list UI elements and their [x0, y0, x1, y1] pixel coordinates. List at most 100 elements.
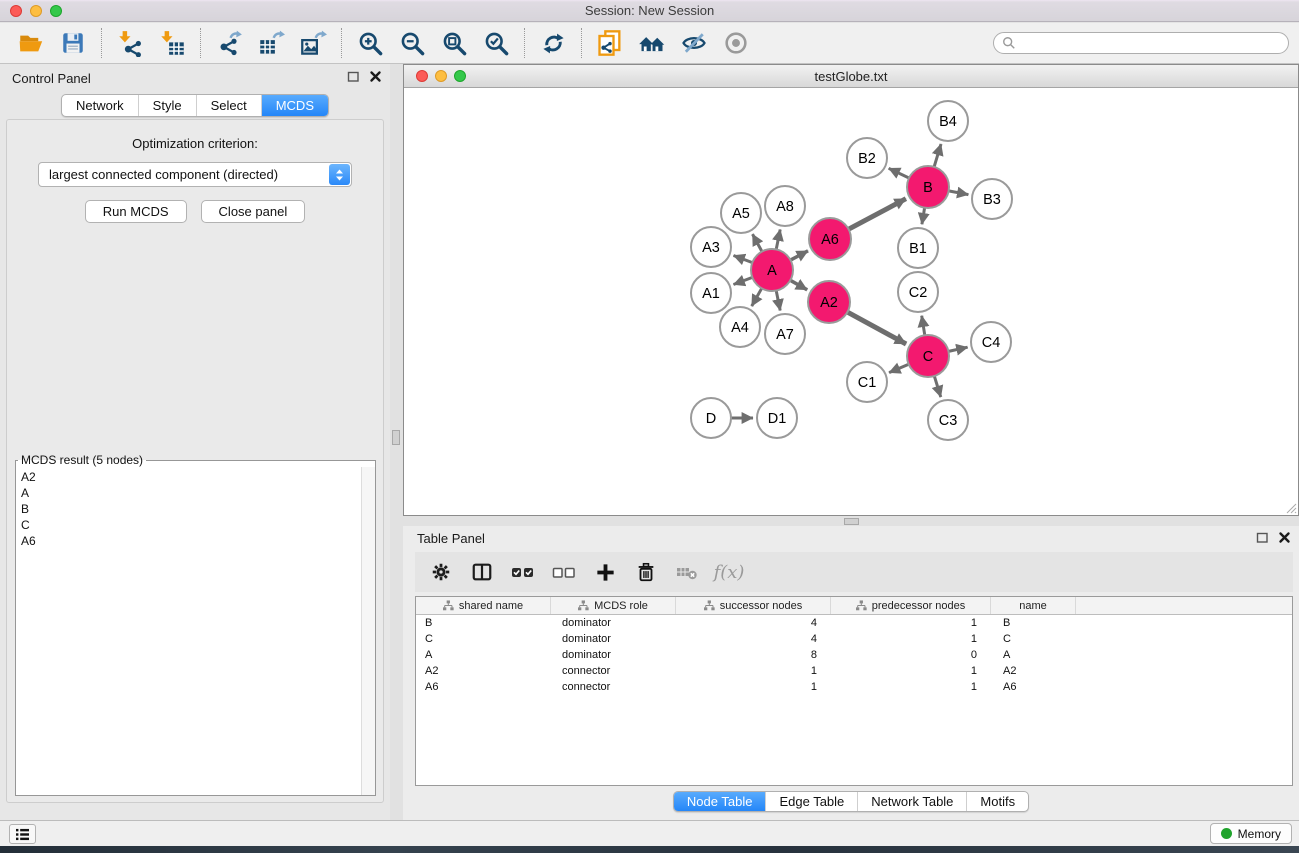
table-cell[interactable]: 1 [831, 681, 991, 693]
horizontal-split-divider[interactable] [403, 516, 1299, 526]
show-column-panel-button[interactable] [466, 556, 498, 588]
graph-node[interactable]: B2 [847, 138, 887, 178]
table-cell[interactable]: C [416, 633, 551, 645]
table-cell[interactable]: 4 [676, 617, 831, 629]
graph-edge[interactable] [734, 277, 753, 284]
graph-node[interactable]: A3 [691, 227, 731, 267]
network-maximize-button[interactable] [454, 70, 466, 82]
table-cell[interactable]: dominator [551, 617, 676, 629]
table-cell[interactable]: connector [551, 665, 676, 677]
result-list-item[interactable]: B [21, 501, 361, 517]
search-input[interactable] [1016, 36, 1280, 50]
export-table-button[interactable] [250, 26, 292, 60]
hide-graphics-details-button[interactable] [673, 26, 715, 60]
graph-node[interactable]: D1 [757, 398, 797, 438]
graph-edge[interactable] [791, 251, 809, 260]
refresh-button[interactable] [532, 26, 574, 60]
tab-network-table[interactable]: Network Table [857, 792, 966, 811]
table-cell[interactable]: A [416, 649, 551, 661]
tab-select[interactable]: Select [196, 95, 261, 116]
graph-edge[interactable] [934, 144, 941, 167]
graph-edge[interactable] [790, 280, 807, 290]
graph-node[interactable]: A8 [765, 186, 805, 226]
tab-motifs[interactable]: Motifs [966, 792, 1028, 811]
open-session-button[interactable] [10, 26, 52, 60]
mcds-result-list[interactable]: A2ABCA6 [16, 467, 361, 795]
graph-edge[interactable] [847, 312, 906, 344]
graph-node[interactable]: B3 [972, 179, 1012, 219]
graph-edge[interactable] [922, 208, 925, 225]
graph-edge[interactable] [889, 364, 909, 372]
table-cell[interactable]: B [991, 617, 1076, 629]
graph-node[interactable]: A7 [765, 314, 805, 354]
table-cell[interactable]: A [991, 649, 1076, 661]
graph-node[interactable]: A4 [720, 307, 760, 347]
graph-edge[interactable] [934, 376, 941, 397]
column-header-mcds-role[interactable]: MCDS role [551, 597, 676, 614]
graph-node[interactable]: B1 [898, 228, 938, 268]
column-header-successor-nodes[interactable]: successor nodes [676, 597, 831, 614]
table-cell[interactable]: connector [551, 681, 676, 693]
table-cell[interactable]: A2 [991, 665, 1076, 677]
table-cell[interactable]: B [416, 617, 551, 629]
result-list-item[interactable]: A2 [21, 469, 361, 485]
graph-node[interactable]: B4 [928, 101, 968, 141]
zoom-fit-button[interactable] [433, 26, 475, 60]
result-list-scrollbar[interactable] [361, 467, 375, 795]
delete-table-button[interactable] [671, 556, 703, 588]
network-minimize-button[interactable] [435, 70, 447, 82]
graph-node[interactable]: C3 [928, 400, 968, 440]
graph-edge[interactable] [889, 168, 909, 178]
table-cell[interactable]: dominator [551, 649, 676, 661]
table-cell[interactable]: dominator [551, 633, 676, 645]
tab-style[interactable]: Style [138, 95, 196, 116]
graph-edge[interactable] [776, 230, 780, 250]
table-options-button[interactable] [425, 556, 457, 588]
save-session-button[interactable] [52, 26, 94, 60]
graph-node[interactable]: D [691, 398, 731, 438]
table-cell[interactable]: A2 [416, 665, 551, 677]
run-mcds-button[interactable]: Run MCDS [85, 200, 187, 223]
float-panel-icon[interactable] [347, 70, 360, 83]
import-network-button[interactable] [109, 26, 151, 60]
table-cell[interactable]: 4 [676, 633, 831, 645]
graph-node[interactable]: C [907, 335, 949, 377]
network-close-button[interactable] [416, 70, 428, 82]
graph-node[interactable]: A [751, 249, 793, 291]
table-row[interactable]: Cdominator41C [416, 631, 1292, 647]
import-table-button[interactable] [151, 26, 193, 60]
table-cell[interactable]: 1 [831, 617, 991, 629]
column-header-shared-name[interactable]: shared name [416, 597, 551, 614]
tab-node-table[interactable]: Node Table [674, 792, 766, 811]
graph-node[interactable]: C4 [971, 322, 1011, 362]
tab-edge-table[interactable]: Edge Table [765, 792, 857, 811]
table-row[interactable]: A6connector11A6 [416, 679, 1292, 695]
maximize-window-button[interactable] [50, 5, 62, 17]
graph-node[interactable]: C1 [847, 362, 887, 402]
close-panel-button[interactable]: Close panel [201, 200, 306, 223]
result-list-item[interactable]: A [21, 485, 361, 501]
home-view-button[interactable] [631, 26, 673, 60]
create-column-button[interactable] [589, 556, 621, 588]
graph-node[interactable]: A6 [809, 218, 851, 260]
close-window-button[interactable] [10, 5, 22, 17]
zoom-in-button[interactable] [349, 26, 391, 60]
result-list-item[interactable]: A6 [21, 533, 361, 549]
graph-edge[interactable] [849, 199, 906, 230]
optimization-criterion-select[interactable]: largest connected component (directed) [38, 162, 352, 187]
close-panel-icon[interactable] [369, 70, 382, 83]
graph-edge[interactable] [949, 191, 969, 195]
network-canvas[interactable]: AA1A2A3A4A5A6A7A8BB1B2B3B4CC1C2C3C4DD1 [404, 88, 1298, 515]
table-row[interactable]: A2connector11A2 [416, 663, 1292, 679]
table-cell[interactable]: 1 [676, 681, 831, 693]
result-list-item[interactable]: C [21, 517, 361, 533]
export-image-button[interactable] [292, 26, 334, 60]
table-cell[interactable]: C [991, 633, 1076, 645]
zoom-out-button[interactable] [391, 26, 433, 60]
graph-edge[interactable] [949, 347, 968, 351]
table-row[interactable]: Bdominator41B [416, 615, 1292, 631]
tab-network[interactable]: Network [62, 95, 138, 116]
divider-handle[interactable] [392, 430, 400, 445]
graph-edge[interactable] [776, 291, 780, 311]
search-box[interactable] [993, 32, 1289, 54]
